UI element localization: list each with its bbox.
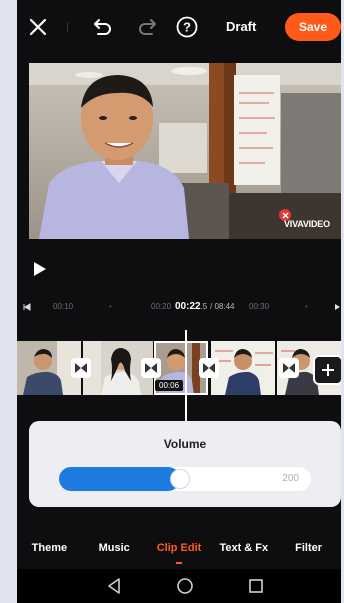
undo-icon[interactable] xyxy=(90,14,116,40)
plus-icon[interactable] xyxy=(313,355,341,385)
volume-slider-knob[interactable] xyxy=(169,469,190,489)
transition-icon[interactable] xyxy=(141,358,161,378)
toolbar-divider xyxy=(67,22,68,32)
ruler-tick: 00:30 xyxy=(249,302,270,311)
help-icon[interactable]: ? xyxy=(174,14,200,40)
top-toolbar: ? Draft Save xyxy=(17,0,341,58)
volume-title: Volume xyxy=(163,437,207,451)
volume-max-label: 200 xyxy=(282,473,299,484)
volume-panel: Volume 200 xyxy=(29,421,341,507)
tab-theme[interactable]: Theme xyxy=(17,530,82,566)
clip-duration-badge: 00:06 xyxy=(155,380,184,391)
close-icon[interactable] xyxy=(25,14,51,40)
skip-to-start-icon[interactable] xyxy=(23,303,31,311)
ruler-dot: • xyxy=(305,302,308,311)
home-circle-icon[interactable] xyxy=(176,577,194,595)
draft-button[interactable]: Draft xyxy=(226,19,256,34)
clip-thumbnail[interactable] xyxy=(211,341,275,395)
skip-to-end-icon[interactable] xyxy=(335,303,341,311)
tab-filter[interactable]: Filter xyxy=(276,530,341,566)
video-editor-app: ? Draft Save VIVAVIDEO 00:10 • 00:20 00:… xyxy=(17,0,341,603)
current-time-readout: 00:22.5 / 08:44 xyxy=(175,301,235,312)
total-time: / 08:44 xyxy=(210,302,235,311)
ruler-dot: • xyxy=(109,302,112,311)
tab-music[interactable]: Music xyxy=(82,530,147,566)
tab-text-fx[interactable]: Text & Fx xyxy=(211,530,276,566)
video-preview[interactable]: VIVAVIDEO xyxy=(29,63,341,239)
volume-slider-fill xyxy=(59,467,180,491)
save-button[interactable]: Save xyxy=(285,13,341,41)
volume-slider[interactable]: 200 xyxy=(59,467,311,491)
ruler-tick: 00:10 xyxy=(53,302,74,311)
transition-icon[interactable] xyxy=(199,358,219,378)
ruler-tick: 00:20 xyxy=(151,302,172,311)
current-time-fraction: .5 xyxy=(200,302,208,311)
redo-icon[interactable] xyxy=(134,14,160,40)
video-frame-image xyxy=(29,63,341,239)
play-icon[interactable] xyxy=(31,260,49,278)
transition-icon[interactable] xyxy=(279,358,299,378)
system-nav-bar xyxy=(17,569,341,603)
back-triangle-icon[interactable] xyxy=(105,577,123,595)
svg-text:?: ? xyxy=(183,20,191,35)
current-time: 00:22 xyxy=(175,301,201,312)
bottom-tab-bar: Theme Music Clip Edit Text & Fx Filter xyxy=(17,530,341,566)
recents-square-icon[interactable] xyxy=(247,577,265,595)
playhead[interactable] xyxy=(185,330,187,426)
tab-clip-edit[interactable]: Clip Edit xyxy=(147,530,212,566)
watermark-text: VIVAVIDEO xyxy=(284,219,330,229)
transition-icon[interactable] xyxy=(71,358,91,378)
